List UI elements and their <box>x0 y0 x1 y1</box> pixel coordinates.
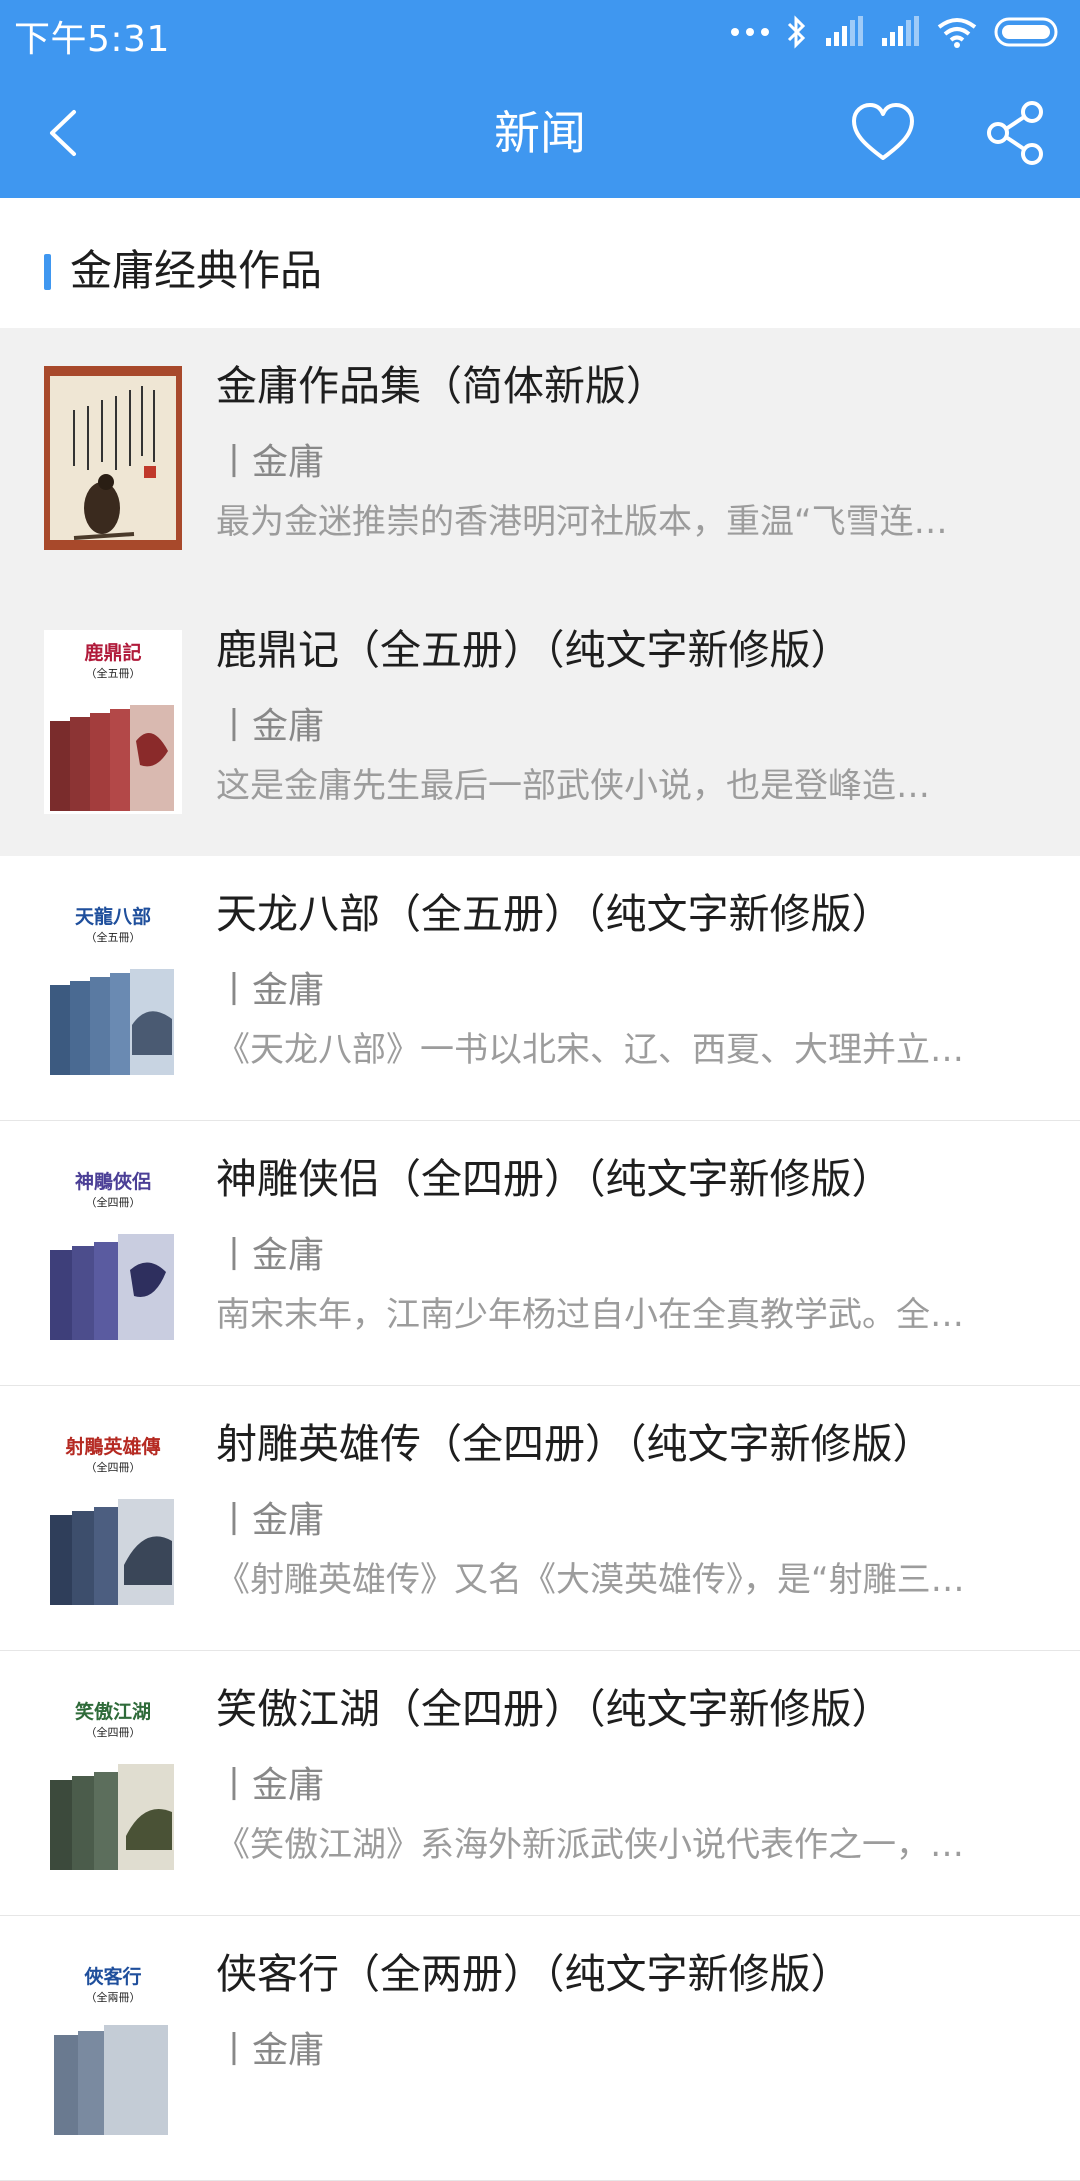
book-cover: 神鵰俠侶 （全四冊） <box>44 1159 182 1343</box>
book-author: 丨金庸 <box>216 442 325 483</box>
book-cover: 鹿鼎記 （全五冊） <box>44 630 182 814</box>
share-icon[interactable] <box>984 100 1048 166</box>
app-bar: 新闻 <box>0 68 1080 198</box>
heart-icon[interactable] <box>850 102 916 164</box>
book-author: 丨金庸 <box>216 1765 325 1806</box>
cover-title: 笑傲江湖 <box>74 1701 151 1723</box>
book-set-image <box>50 705 174 811</box>
list-item[interactable]: 俠客行 （全兩冊） 侠客行（全两册）（纯文字新修版） 丨金庸 <box>0 1916 1080 2181</box>
book-cover: 笑傲江湖 （全四冊） <box>44 1689 182 1873</box>
book-cover-image <box>44 366 182 550</box>
section-title: 金庸经典作品 <box>70 246 323 295</box>
book-description: 《射雕英雄传》又名《大漠英雄传》，是“射雕三… <box>216 1560 965 1600</box>
book-title: 射雕英雄传（全四册）（纯文字新修版） <box>216 1420 934 1468</box>
book-author: 丨金庸 <box>216 706 325 747</box>
book-author: 丨金庸 <box>216 2030 325 2071</box>
book-set-image <box>50 1499 174 1605</box>
cover-title: 射鵰英雄傳 <box>65 1436 161 1458</box>
cover-title: 俠客行 <box>84 1966 142 1988</box>
book-description: 这是金庸先生最后一部武侠小说，也是登峰造… <box>216 766 930 806</box>
book-set-image <box>50 969 174 1075</box>
page-title: 新闻 <box>494 106 586 160</box>
list-item[interactable]: 笑傲江湖 （全四冊） 笑傲江湖（全四册）（纯文字新修版） 丨金庸 《笑傲江湖》系… <box>0 1651 1080 1916</box>
cover-subtitle: （全五冊） <box>85 931 141 944</box>
book-cover: 射鵰英雄傳 （全四冊） <box>44 1424 182 1608</box>
book-title: 鹿鼎记（全五册）（纯文字新修版） <box>216 626 852 674</box>
book-author: 丨金庸 <box>216 970 325 1011</box>
cover-subtitle: （全四冊） <box>85 1726 141 1739</box>
book-author: 丨金庸 <box>216 1500 325 1541</box>
cover-subtitle: （全兩冊） <box>85 1991 141 2004</box>
cover-title: 鹿鼎記 <box>84 642 142 664</box>
book-author: 丨金庸 <box>216 1235 325 1276</box>
book-set-image <box>50 1764 174 1870</box>
cover-subtitle: （全四冊） <box>85 1461 141 1474</box>
list-item[interactable]: 金庸作品集（简体新版） 丨金庸 最为金迷推崇的香港明河社版本，重温“飞雪连… <box>0 328 1080 592</box>
battery-icon <box>994 17 1058 47</box>
status-icons <box>730 12 1062 52</box>
cover-title: 天龍八部 <box>74 906 151 928</box>
wifi-icon <box>937 18 977 48</box>
status-bar: 下午5:31 <box>0 0 1080 68</box>
list-item[interactable]: 鹿鼎記 （全五冊） 鹿鼎记（全五册）（纯文字新修版） 丨金庸 这是金庸先生最后一… <box>0 592 1080 856</box>
book-list: 金庸作品集（简体新版） 丨金庸 最为金迷推崇的香港明河社版本，重温“飞雪连… 鹿… <box>0 328 1080 2181</box>
book-description: 《笑傲江湖》系海外新派武侠小说代表作之一，… <box>216 1825 964 1865</box>
bluetooth-icon <box>787 15 806 49</box>
book-title: 神雕侠侣（全四册）（纯文字新修版） <box>216 1155 893 1203</box>
book-description: 南宋末年，江南少年杨过自小在全真教学武。全… <box>216 1295 964 1335</box>
book-title: 笑傲江湖（全四册）（纯文字新修版） <box>216 1685 893 1733</box>
book-title: 天龙八部（全五册）（纯文字新修版） <box>216 890 893 938</box>
book-title: 金庸作品集（简体新版） <box>216 362 667 410</box>
list-item[interactable]: 天龍八部 （全五冊） 天龙八部（全五册）（纯文字新修版） 丨金庸 《天龙八部》一… <box>0 856 1080 1121</box>
list-item[interactable]: 神鵰俠侶 （全四冊） 神雕侠侣（全四册）（纯文字新修版） 丨金庸 南宋末年，江南… <box>0 1121 1080 1386</box>
status-time: 下午5:31 <box>14 19 170 60</box>
signal-icon <box>826 16 863 46</box>
section-header: 金庸经典作品 <box>0 198 1080 328</box>
cover-subtitle: （全五冊） <box>85 667 141 680</box>
book-set-image <box>50 1234 174 1340</box>
book-cover: 天龍八部 （全五冊） <box>44 894 182 1078</box>
cover-subtitle: （全四冊） <box>85 1196 141 1209</box>
book-cover: 俠客行 （全兩冊） <box>44 1954 182 2138</box>
list-item[interactable]: 射鵰英雄傳 （全四冊） 射雕英雄传（全四册）（纯文字新修版） 丨金庸 《射雕英雄… <box>0 1386 1080 1651</box>
book-set-image <box>54 2025 168 2135</box>
more-dots-icon <box>731 28 769 36</box>
book-description: 最为金迷推崇的香港明河社版本，重温“飞雪连… <box>216 502 948 542</box>
signal-icon-2 <box>882 16 919 46</box>
cover-title: 神鵰俠侶 <box>74 1171 151 1193</box>
section-accent-bar <box>44 254 51 290</box>
book-title: 侠客行（全两册）（纯文字新修版） <box>216 1950 852 1998</box>
book-cover <box>44 366 182 550</box>
book-description: 《天龙八部》一书以北宋、辽、西夏、大理并立… <box>216 1030 964 1070</box>
